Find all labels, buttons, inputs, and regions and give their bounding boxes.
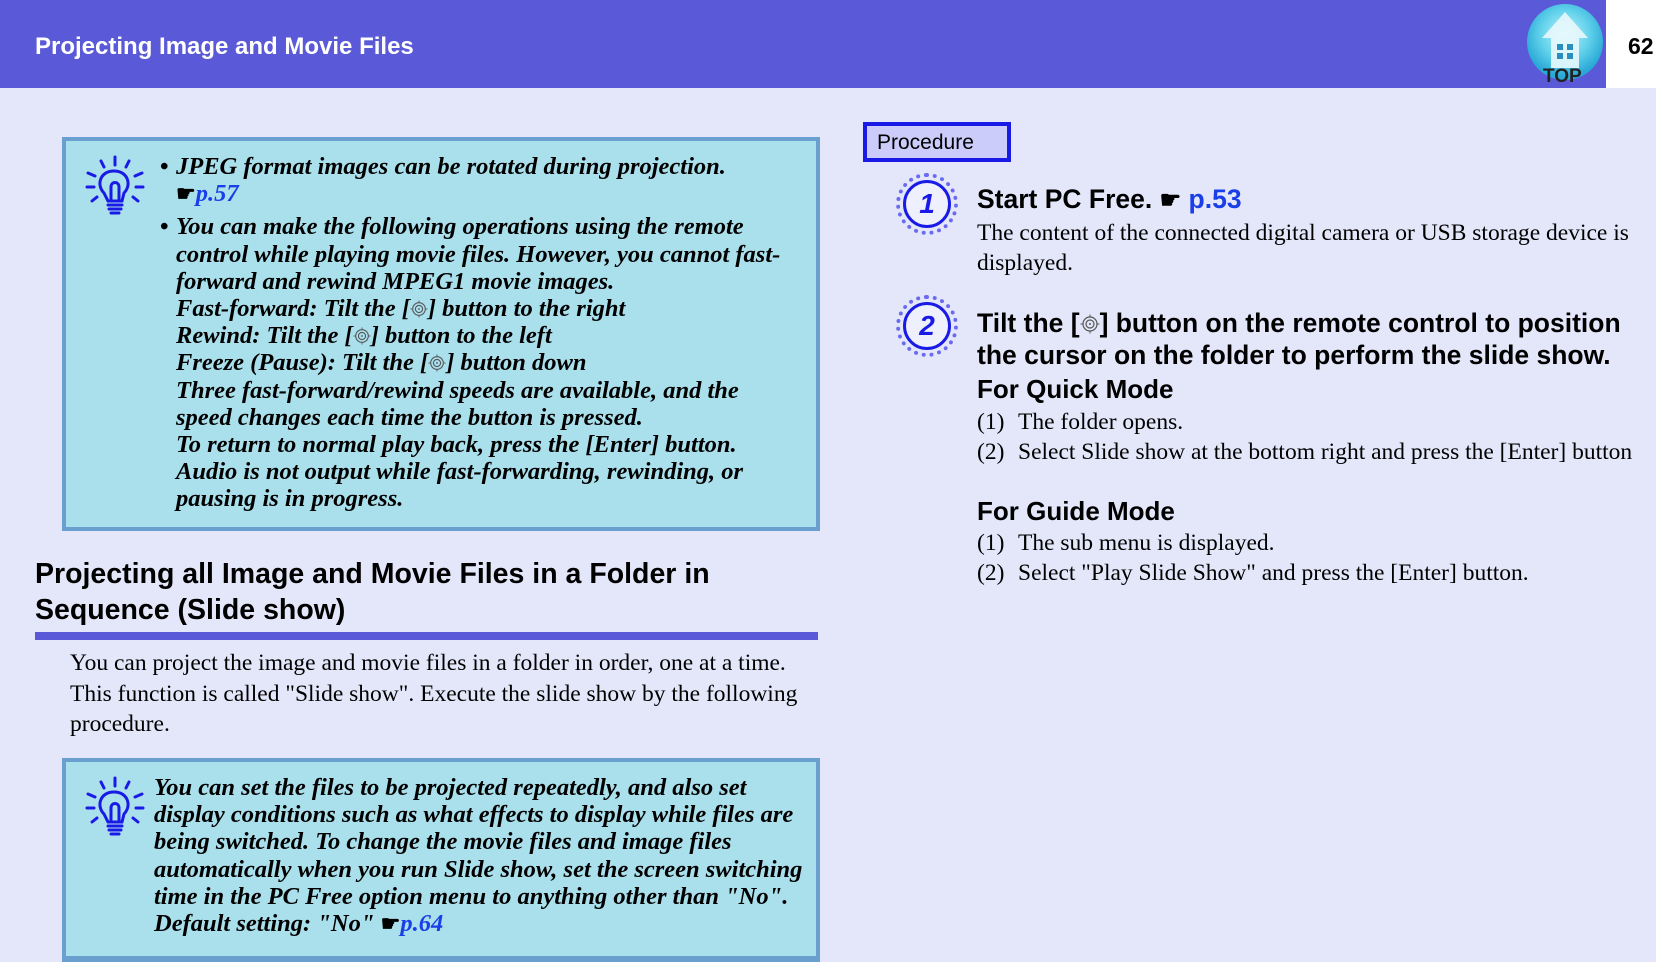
step-2-title: Tilt the [] button on the remote control… — [977, 308, 1621, 370]
note-box-rotation-and-playback: JPEG format images can be rotated during… — [62, 137, 820, 531]
hand-pointer-icon: ☛ — [1159, 187, 1182, 214]
link-p53[interactable]: p.53 — [1189, 184, 1242, 214]
note-box-slideshow-settings: You can set the files to be projected re… — [62, 758, 820, 962]
list-item: (2) Select Slide show at the bottom right… — [977, 438, 1633, 465]
procedure-label: Procedure — [863, 122, 1011, 162]
joystick-button-icon — [428, 354, 446, 372]
list-item: (1) The sub menu is displayed. — [977, 530, 1275, 556]
top-label: TOP — [1543, 66, 1582, 87]
section-intro: You can project the image and movie file… — [70, 650, 798, 737]
lightbulb-icon — [84, 776, 146, 838]
link-p57[interactable]: p.57 — [196, 180, 239, 207]
joystick-button-icon — [353, 327, 371, 345]
note-bullet: You can make the following operations us… — [160, 213, 800, 512]
lightbulb-icon — [84, 155, 146, 217]
page-title: Projecting Image and Movie Files — [35, 33, 414, 60]
list-item: (1) The folder opens. — [977, 409, 1184, 435]
page-number: 62 — [1628, 33, 1654, 59]
hand-pointer-icon: ☛ — [380, 911, 401, 937]
section-heading: Projecting all Image and Movie Files in … — [35, 558, 710, 626]
section-divider — [35, 632, 818, 640]
step-number-2: 2 — [896, 295, 958, 357]
step-number-1: 1 — [896, 173, 958, 235]
page-number-box: 62 — [1606, 0, 1656, 88]
guide-mode-list: (1) The sub menu is displayed. (2) Select … — [977, 529, 1647, 588]
note-bullet: JPEG format images can be rotated during… — [160, 153, 800, 207]
note-text: JPEG format images can be rotated during… — [160, 153, 800, 519]
step-1-title: Start PC Free. ☛ p.53 — [977, 184, 1242, 214]
step-1-body: The content of the connected digital cam… — [977, 220, 1629, 276]
page-header: Projecting Image and Movie Files TOP — [0, 0, 1606, 88]
note-text: You can set the files to be projected re… — [154, 774, 803, 938]
quick-mode-heading: For Quick Mode — [977, 374, 1174, 404]
joystick-button-icon — [1080, 314, 1100, 334]
top-button[interactable]: TOP — [1524, 2, 1606, 88]
quick-mode-list: (1) The folder opens. (2) Select Slide sho… — [977, 408, 1647, 467]
guide-mode-heading: For Guide Mode — [977, 496, 1175, 526]
list-item: (2) Select "Play Slide Show" and press th… — [977, 559, 1529, 586]
joystick-button-icon — [410, 300, 428, 318]
hand-pointer-icon: ☛ — [176, 181, 196, 207]
link-p64[interactable]: p.64 — [400, 910, 443, 937]
